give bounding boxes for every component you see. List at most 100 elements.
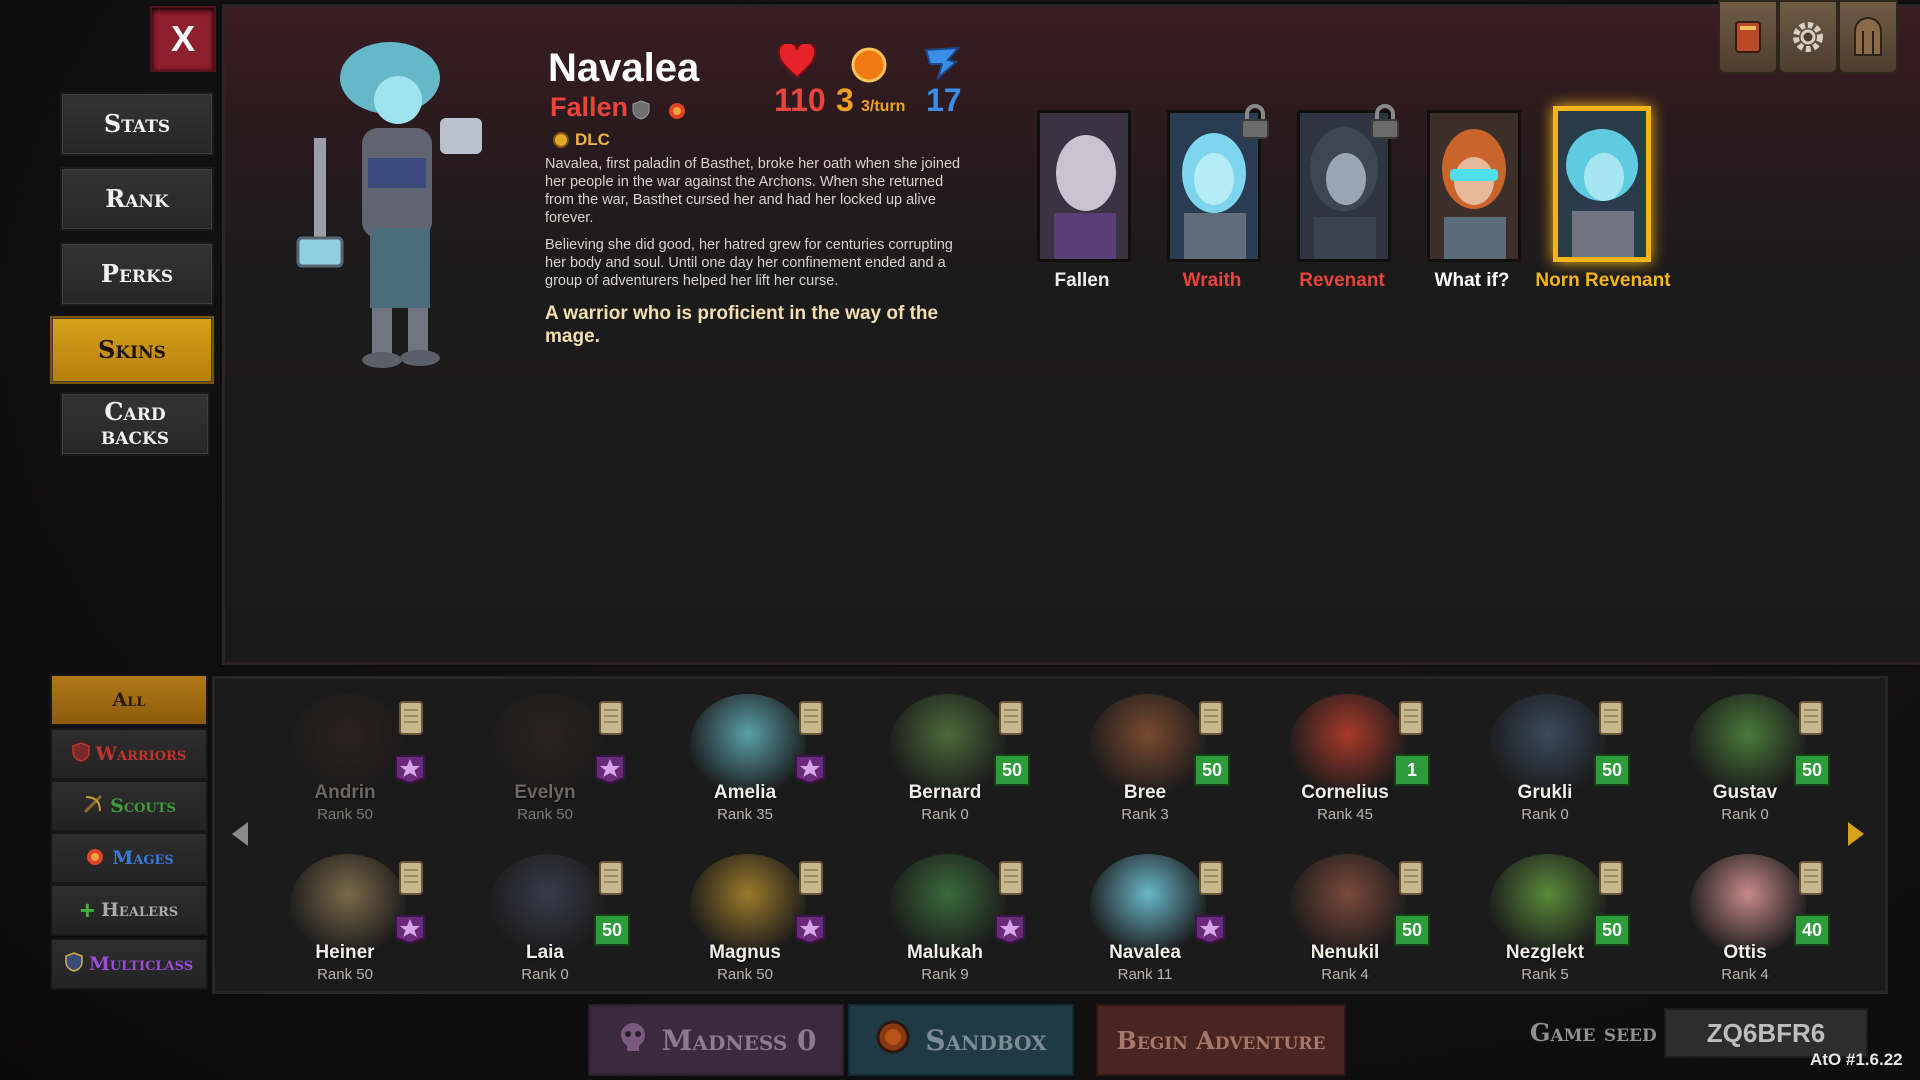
filter-warriors-button[interactable]: Warriors: [50, 728, 208, 780]
scroll-icon: [1594, 698, 1628, 738]
madness-label: Madness 0: [661, 1023, 817, 1057]
hero-thumbnail: [1290, 694, 1406, 794]
hero-thumbnail: [1090, 694, 1206, 794]
menu-perks-button[interactable]: Perks: [60, 242, 214, 306]
energy-value: 3: [836, 82, 854, 118]
version-label: AtO #1.6.22: [1810, 1050, 1903, 1069]
hero-cell-rank: Rank 11: [1117, 966, 1173, 983]
hero-cell-rank: Rank 45: [1317, 806, 1373, 823]
hero-cell-rank: Rank 50: [517, 806, 573, 823]
hero-cell-rank: Rank 50: [717, 966, 773, 983]
scroll-icon: [994, 858, 1028, 898]
book-icon[interactable]: [1718, 0, 1778, 74]
hero-cell-name: Gustav: [1712, 782, 1778, 803]
hero-cell[interactable]: Andrin Rank 50: [250, 688, 440, 838]
filter-multiclass-button[interactable]: Multiclass: [50, 938, 208, 990]
filter-scouts-button[interactable]: Scouts: [50, 780, 208, 832]
hero-cell-name: Cornelius: [1301, 782, 1389, 803]
hp-value: 110: [774, 82, 826, 118]
speed-value: 17: [926, 82, 962, 118]
scroll-icon: [1794, 698, 1828, 738]
scroll-icon: [594, 698, 628, 738]
hero-cell-rank: Rank 4: [1321, 966, 1369, 983]
hero-description-2: Believing she did good, her hatred grew …: [545, 237, 953, 289]
hero-cell[interactable]: 50 Bree Rank 3: [1050, 688, 1240, 838]
hero-cell[interactable]: 50 Laia Rank 0: [450, 848, 640, 998]
hero-description-1: Navalea, first paladin of Basthet, broke…: [545, 156, 961, 226]
hero-cell-rank: Rank 0: [1521, 806, 1569, 823]
star-badge-icon: [992, 910, 1028, 945]
hero-cell[interactable]: Heiner Rank 50: [250, 848, 440, 998]
grid-next-arrow[interactable]: [1848, 822, 1864, 846]
begin-adventure-button[interactable]: Begin Adventure: [1096, 1004, 1346, 1076]
begin-adventure-label: Begin Adventure: [1116, 1025, 1326, 1055]
hero-cell[interactable]: Amelia Rank 35: [650, 688, 840, 838]
hero-thumbnail: [890, 854, 1006, 954]
hero-thumbnail: [1490, 854, 1606, 954]
hero-cell[interactable]: Malukah Rank 9: [850, 848, 1040, 998]
hero-cell-name: Grukli: [1517, 782, 1573, 803]
filter-mages-button[interactable]: Mages: [50, 832, 208, 884]
hero-cell-name: Laia: [525, 942, 565, 963]
skin-label-wraith: Wraith: [1182, 270, 1242, 291]
hero-cell[interactable]: 50 Grukli Rank 0: [1450, 688, 1640, 838]
filter-healers-button[interactable]: + Healers: [50, 884, 208, 936]
hero-cell-rank: Rank 50: [317, 806, 373, 823]
hero-cell[interactable]: 50 Gustav Rank 0: [1650, 688, 1840, 838]
scroll-icon: [394, 858, 428, 898]
fire-icon: [666, 100, 688, 125]
hero-cell-name: Evelyn: [514, 782, 576, 803]
hero-cell-rank: Rank 9: [921, 966, 969, 983]
star-badge-icon: [792, 910, 828, 945]
hero-cell-rank: Rank 0: [1721, 806, 1769, 823]
menu-stats-button[interactable]: Stats: [60, 92, 214, 156]
menu-rank-button[interactable]: Rank: [60, 167, 214, 231]
hero-cell[interactable]: 50 Nenukil Rank 4: [1250, 848, 1440, 998]
hero-cell-name: Nenukil: [1310, 942, 1380, 963]
gear-icon[interactable]: [1778, 0, 1838, 74]
skin-label-what-if: What if?: [1434, 270, 1510, 291]
scroll-icon: [394, 698, 428, 738]
filter-all-button[interactable]: All: [50, 674, 208, 726]
hero-cell-name: Bree: [1123, 782, 1167, 803]
hero-thumbnail: [290, 694, 406, 794]
skin-card-norn-revenant[interactable]: [1553, 106, 1651, 262]
skin-card-fallen[interactable]: [1037, 110, 1131, 262]
hero-thumbnail: [1690, 854, 1806, 954]
filter-all-label: All: [112, 689, 146, 711]
skin-card-what-if[interactable]: [1427, 110, 1521, 262]
close-button[interactable]: X: [150, 6, 216, 72]
hero-cell[interactable]: 40 Ottis Rank 4: [1650, 848, 1840, 998]
hero-cell-name: Bernard: [908, 782, 982, 803]
madness-skull-icon: [615, 1019, 651, 1062]
hero-thumbnail: [490, 694, 606, 794]
hero-cell[interactable]: Evelyn Rank 50: [450, 688, 640, 838]
hero-cell[interactable]: 50 Nezglekt Rank 5: [1450, 848, 1640, 998]
sandbox-button[interactable]: Sandbox: [848, 1004, 1074, 1076]
fire-icon: [84, 846, 106, 871]
hero-thumbnail: [490, 854, 606, 954]
menu-card-backs-button[interactable]: Card backs: [60, 392, 210, 456]
filter-warriors-label: Warriors: [95, 743, 187, 765]
shield-icon: [71, 741, 90, 767]
grid-prev-arrow[interactable]: [232, 822, 248, 846]
madness-button[interactable]: Madness 0: [588, 1004, 844, 1076]
hero-cell[interactable]: 1 Cornelius Rank 45: [1250, 688, 1440, 838]
scroll-icon: [1194, 698, 1228, 738]
lock-icon: [1238, 104, 1272, 145]
hero-cell[interactable]: Navalea Rank 11: [1050, 848, 1240, 998]
shield-icon: [632, 100, 650, 125]
hero-cell[interactable]: 50 Bernard Rank 0: [850, 688, 1040, 838]
star-badge-icon: [792, 750, 828, 785]
hero-class: Fallen: [550, 92, 629, 122]
door-icon[interactable]: [1838, 0, 1898, 74]
hero-cell[interactable]: Magnus Rank 50: [650, 848, 840, 998]
filter-scouts-label: Scouts: [110, 795, 176, 817]
scroll-icon: [794, 858, 828, 898]
menu-skins-button[interactable]: Skins: [50, 316, 214, 384]
hero-cell-name: Ottis: [1723, 942, 1767, 963]
star-badge-icon: [1192, 910, 1228, 945]
filter-multiclass-label: Multiclass: [88, 953, 194, 975]
scroll-icon: [994, 698, 1028, 738]
hero-tagline: A warrior who is proficient in the way o…: [545, 303, 939, 347]
